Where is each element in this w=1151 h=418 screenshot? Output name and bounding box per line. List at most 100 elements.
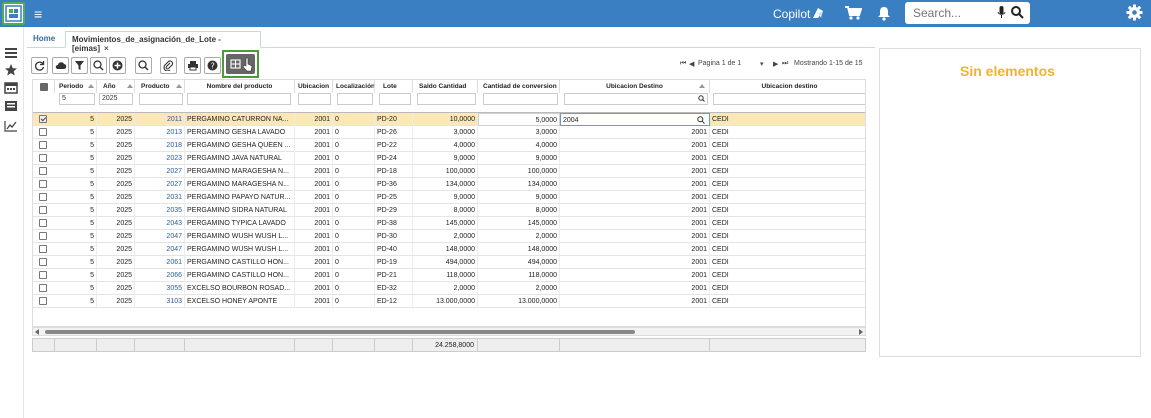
gear-icon[interactable] bbox=[1126, 4, 1143, 21]
tab-home[interactable]: Home bbox=[27, 31, 63, 48]
table-row[interactable]: 5 2025 2018 PERGAMINO GESHA QUEEN ... 2001 0 P… bbox=[33, 139, 865, 152]
copilot-icon[interactable] bbox=[810, 5, 826, 21]
first-page-icon[interactable]: ⏮ bbox=[680, 60, 686, 68]
cloud-upload-button[interactable] bbox=[52, 57, 69, 74]
row-checkbox[interactable] bbox=[39, 284, 47, 292]
menu-icon[interactable]: ≡ bbox=[34, 6, 42, 22]
row-checkbox[interactable] bbox=[39, 193, 47, 201]
table-row[interactable]: 5 2025 2027 PERGAMINO MARAGESHA N... 2001 0 PD… bbox=[33, 178, 865, 191]
filter-destino[interactable] bbox=[564, 93, 708, 105]
help-button[interactable]: ? bbox=[204, 57, 221, 74]
mic-icon[interactable] bbox=[997, 6, 1006, 19]
table-row[interactable]: 5 2025 2027 PERGAMINO MARAGESHA N... 2001 0 PD… bbox=[33, 165, 865, 178]
filter-producto[interactable] bbox=[139, 93, 183, 105]
horizontal-scrollbar[interactable] bbox=[32, 327, 866, 336]
page-dropdown-icon[interactable]: ▾ bbox=[760, 60, 764, 68]
table-row[interactable]: 5 2025 2061 PERGAMINO CASTILLO HON... 2001 0 P… bbox=[33, 256, 865, 269]
row-checkbox[interactable] bbox=[39, 154, 47, 162]
sort-anio-icon[interactable] bbox=[127, 84, 133, 88]
cell-conv[interactable]: 5,0000 bbox=[478, 113, 560, 126]
table-row[interactable]: 5 2025 2013 PERGAMINO GESHA LAVADO 2001 0 PD-2… bbox=[33, 126, 865, 139]
destino-edit-input[interactable]: 2004 bbox=[560, 113, 710, 126]
row-checkbox[interactable] bbox=[39, 115, 47, 123]
search-input[interactable] bbox=[913, 3, 993, 23]
bell-icon[interactable] bbox=[877, 5, 891, 21]
row-checkbox[interactable] bbox=[39, 297, 47, 305]
table-row[interactable]: 5 2025 2043 PERGAMINO TYPICA LAVADO 2001 0 PD-… bbox=[33, 217, 865, 230]
calendar-icon[interactable] bbox=[4, 82, 18, 94]
star-icon[interactable] bbox=[4, 64, 18, 76]
chart-icon[interactable] bbox=[4, 120, 18, 132]
filter-lote[interactable] bbox=[379, 93, 411, 105]
zoom-in-button[interactable] bbox=[90, 57, 107, 74]
select-all-header bbox=[33, 80, 55, 93]
last-page-icon[interactable]: ⏭ bbox=[782, 60, 788, 68]
cell-destino: 2001 bbox=[560, 139, 710, 152]
copilot-label[interactable]: Copilot bbox=[773, 7, 810, 21]
filter-destino-2[interactable] bbox=[713, 93, 865, 105]
table-row[interactable]: 5 2025 2031 PERGAMINO PAPAYO NATUR... 2001 0 P… bbox=[33, 191, 865, 204]
row-checkbox[interactable] bbox=[39, 128, 47, 136]
filter-anio[interactable]: 2025 bbox=[99, 93, 133, 105]
grid-mode-button[interactable] bbox=[226, 54, 255, 74]
col-ubicacion-destino[interactable]: Ubicacion Destino bbox=[560, 80, 710, 93]
col-lote[interactable]: Lote bbox=[375, 80, 413, 93]
row-checkbox[interactable] bbox=[39, 180, 47, 188]
filter-destino-search-icon[interactable] bbox=[698, 95, 705, 102]
list-icon[interactable] bbox=[4, 47, 18, 59]
filter-ubicacion[interactable] bbox=[298, 93, 331, 105]
col-ubicacion-destino-2[interactable]: Ubicacion destino bbox=[710, 80, 865, 93]
table-row[interactable]: 5 2025 2066 PERGAMINO CASTILLO HON... 2001 0 P… bbox=[33, 269, 865, 282]
attach-button[interactable] bbox=[160, 57, 177, 74]
filter-localizacion[interactable] bbox=[337, 93, 373, 105]
row-checkbox[interactable] bbox=[39, 258, 47, 266]
filter-periodo[interactable]: 5 bbox=[59, 93, 95, 105]
refresh-button[interactable] bbox=[31, 57, 48, 74]
search-grid-button[interactable] bbox=[135, 57, 152, 74]
row-checkbox[interactable] bbox=[39, 245, 47, 253]
table-row[interactable]: 5 2025 3055 EXCELSO BOURBON ROSAD... 2001 0 ED… bbox=[33, 282, 865, 295]
cell-ubicacion: 2001 bbox=[295, 217, 333, 230]
destino-lookup-icon[interactable] bbox=[697, 116, 705, 124]
row-checkbox[interactable] bbox=[39, 141, 47, 149]
sort-destino-icon[interactable] bbox=[699, 84, 705, 88]
table-row[interactable]: 5 2025 3103 EXCELSO HONEY APONTE 2001 0 ED-12 1… bbox=[33, 295, 865, 308]
col-ubicacion[interactable]: Ubicacion bbox=[295, 80, 333, 93]
row-checkbox[interactable] bbox=[39, 232, 47, 240]
col-localizacion[interactable]: Localización bbox=[333, 80, 375, 93]
filter-nombre[interactable] bbox=[187, 93, 291, 105]
scroll-thumb[interactable] bbox=[45, 330, 635, 334]
row-checkbox[interactable] bbox=[39, 271, 47, 279]
cart-icon[interactable] bbox=[844, 5, 862, 21]
app-logo[interactable] bbox=[2, 2, 25, 25]
table-row[interactable]: 5 2025 2011 PERGAMINO CATURRON NA... 2001 0 PD… bbox=[33, 113, 865, 126]
next-page-icon[interactable]: ▶ bbox=[773, 60, 778, 68]
col-conversion[interactable]: Cantidad de conversion bbox=[478, 80, 560, 93]
tab-movimientos[interactable]: Movimientos_de_asignación_de_Lote -[eima… bbox=[65, 31, 261, 53]
col-saldo[interactable]: Saldo Cantidad bbox=[413, 80, 478, 93]
scroll-right-icon[interactable] bbox=[858, 329, 863, 335]
add-button[interactable] bbox=[109, 57, 126, 74]
search-icon[interactable] bbox=[1011, 6, 1024, 19]
table-row[interactable]: 5 2025 2047 PERGAMINO WUSH WUSH L... 2001 0 PD… bbox=[33, 243, 865, 256]
report-icon[interactable] bbox=[4, 100, 18, 112]
cell-destino: 2001 bbox=[560, 152, 710, 165]
select-all-checkbox[interactable] bbox=[40, 83, 48, 91]
sort-producto-icon[interactable] bbox=[176, 84, 182, 88]
sort-periodo-icon[interactable] bbox=[88, 84, 94, 88]
filter-saldo[interactable] bbox=[417, 93, 476, 105]
row-checkbox[interactable] bbox=[39, 219, 47, 227]
table-row[interactable]: 5 2025 2035 PERGAMINO SIDRA NATURAL 2001 0 PD-… bbox=[33, 204, 865, 217]
table-row[interactable]: 5 2025 2047 PERGAMINO WUSH WUSH L... 2001 0 PD… bbox=[33, 230, 865, 243]
close-tab-icon[interactable]: × bbox=[104, 44, 109, 53]
print-button[interactable] bbox=[184, 57, 201, 74]
table-row[interactable]: 5 2025 2023 PERGAMINO JAVA NATURAL 2001 0 PD-2… bbox=[33, 152, 865, 165]
prev-page-icon[interactable]: ◀ bbox=[689, 60, 694, 68]
search-box[interactable] bbox=[905, 2, 1030, 24]
filter-button[interactable] bbox=[71, 57, 88, 74]
scroll-left-icon[interactable] bbox=[35, 329, 40, 335]
filter-conversion[interactable] bbox=[483, 93, 558, 105]
col-nombre[interactable]: Nombre del producto bbox=[185, 80, 295, 93]
row-checkbox[interactable] bbox=[39, 167, 47, 175]
row-checkbox[interactable] bbox=[39, 206, 47, 214]
